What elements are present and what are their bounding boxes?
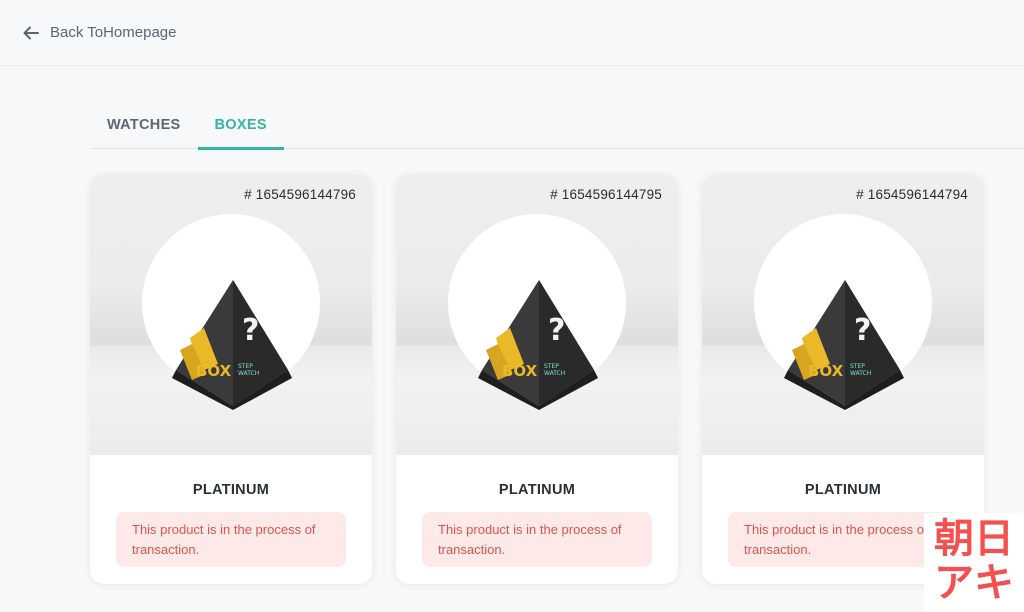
- svg-text:?: ?: [854, 313, 871, 348]
- box-id: # 1654596144795: [550, 187, 662, 202]
- svg-text:STEP: STEP: [238, 363, 253, 370]
- transaction-notice: This product is in the process of transa…: [116, 512, 346, 567]
- box-image: # 1654596144795 ? BOX STEP WATCH: [396, 174, 678, 455]
- box-image: # 1654596144796 ? BOX STEP WATCH: [90, 174, 372, 455]
- back-to-homepage-link[interactable]: Back ToHomepage: [22, 24, 176, 42]
- box-title: PLATINUM: [498, 482, 576, 498]
- box-id: # 1654596144796: [244, 187, 356, 202]
- svg-text:WATCH: WATCH: [544, 370, 565, 377]
- svg-text:?: ?: [548, 313, 565, 348]
- arrow-left-icon: [23, 26, 39, 39]
- box-card[interactable]: # 1654596144796 ? BOX STEP WATCH PLATINU…: [90, 174, 372, 584]
- transaction-notice: This product is in the process of transa…: [422, 512, 652, 567]
- box-title: PLATINUM: [804, 482, 882, 498]
- watermark-line-1: 朝日: [934, 517, 1014, 561]
- watermark-logo: 朝日 アキ: [924, 513, 1024, 612]
- svg-text:WATCH: WATCH: [238, 370, 259, 377]
- box-card[interactable]: # 1654596144795 ? BOX STEP WATCH PLATINU…: [396, 174, 678, 584]
- mystery-box-pyramid-icon: ? BOX STEP WATCH: [478, 280, 598, 410]
- tab-watches[interactable]: WATCHES: [90, 100, 198, 149]
- svg-text:STEP: STEP: [544, 363, 559, 370]
- tab-boxes[interactable]: BOXES: [197, 100, 285, 150]
- box-title: PLATINUM: [192, 482, 270, 498]
- mystery-box-pyramid-icon: ? BOX STEP WATCH: [172, 280, 292, 410]
- top-bar: Back ToHomepage: [0, 0, 1024, 66]
- box-image: # 1654596144794 ? BOX STEP WATCH: [702, 174, 984, 455]
- svg-text:BOX: BOX: [502, 362, 538, 380]
- mystery-box-pyramid-icon: ? BOX STEP WATCH: [784, 280, 904, 410]
- svg-text:WATCH: WATCH: [850, 370, 871, 377]
- tab-bar: WATCHES BOXES: [90, 100, 1024, 150]
- svg-text:STEP: STEP: [850, 363, 865, 370]
- svg-text:BOX: BOX: [196, 362, 232, 380]
- box-id: # 1654596144794: [856, 187, 968, 202]
- svg-text:BOX: BOX: [808, 362, 844, 380]
- back-label: Back ToHomepage: [50, 24, 177, 41]
- svg-text:?: ?: [242, 313, 259, 348]
- watermark-line-2: アキ: [934, 561, 1014, 605]
